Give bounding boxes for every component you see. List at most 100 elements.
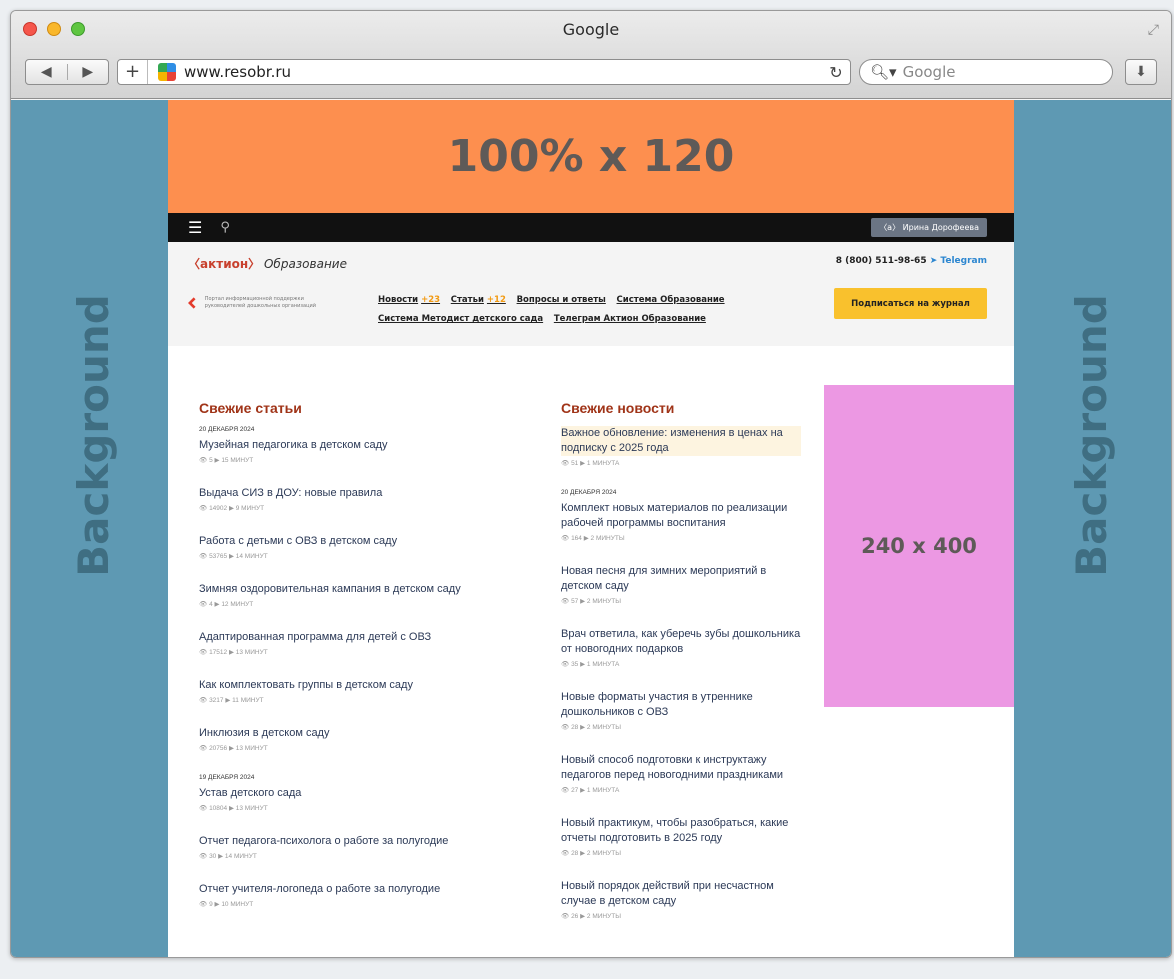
item-title-link[interactable]: Адаптированная программа для детей с ОВЗ bbox=[199, 630, 499, 645]
list-item: Адаптированная программа для детей с ОВЗ… bbox=[199, 630, 499, 656]
page-viewport: Background Background 100% x 120 ☰ ⚲ 〈а〉… bbox=[11, 100, 1171, 957]
url-text[interactable]: www.resobr.ru bbox=[184, 63, 822, 81]
menu-icon[interactable]: ☰ bbox=[188, 218, 202, 237]
views-icon: 👁︎ bbox=[199, 745, 210, 752]
subscribe-button[interactable]: Подписаться на журнал bbox=[834, 288, 987, 319]
list-item: Новая песня для зимних мероприятий в дет… bbox=[561, 564, 801, 605]
item-title-link[interactable]: Отчет учителя-логопеда о работе за полуг… bbox=[199, 882, 499, 897]
item-read-time: 14 МИНУТ bbox=[224, 853, 257, 860]
menu-item-articles[interactable]: Статьи +12 bbox=[451, 295, 506, 305]
list-item: Отчет педагога-психолога о работе за пол… bbox=[199, 834, 499, 860]
item-title-link[interactable]: Зимняя оздоровительная кампания в детско… bbox=[199, 582, 499, 597]
search-icon[interactable]: ⚲ bbox=[220, 220, 230, 235]
top-nav-bar: ☰ ⚲ 〈а〉 Ирина Дорофеева bbox=[168, 213, 1014, 242]
play-icon: ▶ bbox=[223, 697, 233, 704]
articles-title: Свежие статьи bbox=[199, 400, 302, 416]
browser-window: Google ⤢ ◀ ▶ + www.resobr.ru ↻ 🔍︎▾ Googl… bbox=[10, 10, 1172, 958]
item-title-link[interactable]: Как комплектовать группы в детском саду bbox=[199, 678, 499, 693]
item-views: 17512 bbox=[209, 649, 228, 656]
item-meta: 👁︎ 3217 ▶ 11 МИНУТ bbox=[199, 696, 499, 704]
portal-description: Портал информационной поддержки руководи… bbox=[204, 296, 316, 309]
favicon-icon bbox=[158, 63, 176, 81]
new-tab-button[interactable]: + bbox=[118, 60, 148, 84]
item-views: 10804 bbox=[209, 805, 228, 812]
contact-phone: 8 (800) 511-98-65 ➤ Telegram bbox=[836, 256, 987, 266]
item-title-link[interactable]: Новая песня для зимних мероприятий в дет… bbox=[561, 564, 801, 594]
item-title-link[interactable]: Новый практикум, чтобы разобраться, каки… bbox=[561, 816, 801, 846]
item-title-link[interactable]: Отчет педагога-психолога о работе за пол… bbox=[199, 834, 499, 849]
item-read-time: 15 МИНУТ bbox=[221, 457, 254, 464]
list-item: Работа с детьми с ОВЗ в детском саду 👁︎ 5… bbox=[199, 534, 499, 560]
user-account-button[interactable]: 〈а〉 Ирина Дорофеева bbox=[871, 218, 987, 237]
list-item: 20 ДЕКАБРЯ 2024 Комплект новых материалов… bbox=[561, 489, 801, 542]
item-read-time: 11 МИНУТ bbox=[232, 697, 264, 704]
item-meta: 👁︎ 57 ▶ 2 МИНУТЫ bbox=[561, 597, 801, 605]
window-title: Google bbox=[562, 20, 620, 39]
phone-number[interactable]: 8 (800) 511-98-65 bbox=[836, 256, 927, 266]
item-title-link[interactable]: Новый способ подготовки к инструктажу пе… bbox=[561, 753, 801, 783]
item-title-link[interactable]: Новый порядок действий при несчастном сл… bbox=[561, 879, 801, 909]
item-meta: 👁︎ 30 ▶ 14 МИНУТ bbox=[199, 852, 499, 860]
address-bar[interactable]: + www.resobr.ru ↻ bbox=[117, 59, 851, 85]
item-read-time: 2 МИНУТЫ bbox=[590, 535, 625, 542]
search-field[interactable]: 🔍︎▾ Google bbox=[859, 59, 1113, 85]
item-title-link[interactable]: Важное обновление: изменения в ценах на … bbox=[561, 426, 801, 456]
articles-column: Свежие статьи 20 ДЕКАБРЯ 2024 Музейная пе… bbox=[199, 400, 499, 930]
item-title-link[interactable]: Работа с детьми с ОВЗ в детском саду bbox=[199, 534, 499, 549]
play-icon: ▶ bbox=[578, 460, 587, 467]
item-meta: 👁︎ 51 ▶ 1 МИНУТА bbox=[561, 459, 801, 467]
browser-toolbar: Google ⤢ ◀ ▶ + www.resobr.ru ↻ 🔍︎▾ Googl… bbox=[11, 11, 1171, 99]
main-menu: Новости +23 Статьи +12 Вопросы и ответы Си… bbox=[378, 291, 738, 329]
fullscreen-icon[interactable]: ⤢ bbox=[1148, 22, 1159, 38]
item-meta: 👁︎ 53765 ▶ 14 МИНУТ bbox=[199, 552, 499, 560]
menu-item-methodist[interactable]: Система Методист детского сада bbox=[378, 314, 543, 324]
item-title-link[interactable]: Музейная педагогика в детском саду bbox=[199, 438, 499, 453]
play-icon: ▶ bbox=[581, 535, 591, 542]
top-banner[interactable]: 100% x 120 bbox=[168, 100, 1014, 213]
site-page: 100% x 120 ☰ ⚲ 〈а〉 Ирина Дорофеева 〈акти… bbox=[168, 100, 1014, 957]
ad-placeholder[interactable]: 240 x 400 bbox=[824, 385, 1014, 707]
item-title-link[interactable]: Новые форматы участия в утреннике дошкол… bbox=[561, 690, 801, 720]
item-meta: 👁︎ 9 ▶ 10 МИНУТ bbox=[199, 900, 499, 908]
item-meta: 👁︎ 20756 ▶ 13 МИНУТ bbox=[199, 744, 499, 752]
back-button[interactable]: ◀ bbox=[26, 64, 68, 80]
site-logo[interactable]: 〈актион〉 Образование bbox=[188, 255, 347, 272]
item-read-time: 1 МИНУТА bbox=[586, 661, 620, 668]
item-title-link[interactable]: Врач ответила, как уберечь зубы дошкольн… bbox=[561, 627, 801, 657]
list-item: Зимняя оздоровительная кампания в детско… bbox=[199, 582, 499, 608]
play-icon: ▶ bbox=[227, 553, 236, 560]
item-title-link[interactable]: Устав детского сада bbox=[199, 786, 499, 801]
item-date: 20 ДЕКАБРЯ 2024 bbox=[561, 489, 617, 496]
views-icon: 👁︎ bbox=[199, 505, 210, 512]
site-header: 〈актион〉 Образование 8 (800) 511-98-65 ➤… bbox=[168, 242, 1014, 346]
list-item: Важное обновление: изменения в ценах на … bbox=[561, 426, 801, 467]
item-title-link[interactable]: Комплект новых материалов по реализации … bbox=[561, 501, 801, 531]
item-views: 14902 bbox=[209, 505, 228, 512]
background-right: Background bbox=[1051, 280, 1131, 590]
list-item: Новый практикум, чтобы разобраться, каки… bbox=[561, 816, 801, 857]
forward-button[interactable]: ▶ bbox=[68, 64, 109, 80]
views-icon: 👁︎ bbox=[199, 649, 210, 656]
item-title-link[interactable]: Инклюзия в детском саду bbox=[199, 726, 499, 741]
telegram-link[interactable]: Telegram bbox=[940, 256, 987, 266]
background-right-label: Background bbox=[1066, 293, 1116, 577]
reload-icon[interactable]: ↻ bbox=[822, 63, 850, 82]
menu-item-telegram[interactable]: Телеграм Актион Образование bbox=[554, 314, 706, 324]
menu-item-qa[interactable]: Вопросы и ответы bbox=[517, 295, 606, 305]
list-item: Как комплектовать группы в детском саду 👁… bbox=[199, 678, 499, 704]
item-meta: 👁︎ 10804 ▶ 13 МИНУТ bbox=[199, 804, 499, 812]
item-read-time: 1 МИНУТА bbox=[586, 460, 620, 467]
menu-item-news[interactable]: Новости +23 bbox=[378, 295, 440, 305]
item-title-link[interactable]: Выдача СИЗ в ДОУ: новые правила bbox=[199, 486, 499, 501]
list-item: Инклюзия в детском саду 👁︎ 20756 ▶ 13 МИН… bbox=[199, 726, 499, 752]
list-item: Новый порядок действий при несчастном сл… bbox=[561, 879, 801, 920]
item-meta: 👁︎ 14902 ▶ 9 МИНУТ bbox=[199, 504, 499, 512]
menu-item-system[interactable]: Система Образование bbox=[617, 295, 725, 305]
portal-logo-icon bbox=[188, 297, 197, 309]
downloads-button[interactable]: ⬇ bbox=[1125, 59, 1157, 85]
list-item: Выдача СИЗ в ДОУ: новые правила 👁︎ 14902 … bbox=[199, 486, 499, 512]
item-meta: 👁︎ 35 ▶ 1 МИНУТА bbox=[561, 660, 801, 668]
list-item: 20 ДЕКАБРЯ 2024 Музейная педагогика в дет… bbox=[199, 426, 499, 464]
play-icon: ▶ bbox=[578, 787, 587, 794]
background-left: Background bbox=[53, 280, 133, 590]
